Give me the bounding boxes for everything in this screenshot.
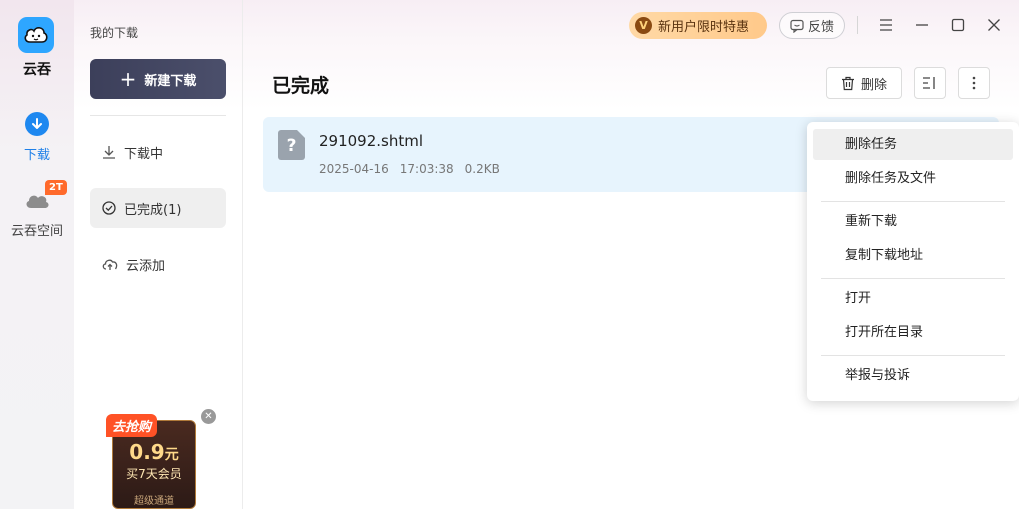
file-meta: 2025-04-16 17:03:38 0.2KB bbox=[319, 162, 500, 176]
sidebar-item-label: 下载中 bbox=[124, 146, 164, 162]
new-download-label: 新建下载 bbox=[144, 73, 197, 89]
sidebar-title: 我的下载 bbox=[90, 26, 139, 40]
file-date: 2025-04-16 bbox=[319, 162, 389, 176]
app-window: 云吞 下载 2T 云吞空间 我的下载 + 新建下载 下载中 已完成(1) 云添加… bbox=[0, 0, 1019, 509]
ad-close-icon[interactable]: ✕ bbox=[201, 409, 216, 424]
menu-divider bbox=[821, 355, 1005, 356]
left-rail: 云吞 下载 2T 云吞空间 bbox=[0, 0, 74, 509]
app-name: 云吞 bbox=[23, 62, 51, 78]
menu-item-redownload[interactable]: 重新下载 bbox=[813, 206, 1013, 237]
unknown-file-icon: ? bbox=[278, 130, 305, 160]
vip-promo-button[interactable]: V 新用户限时特惠 bbox=[629, 12, 767, 39]
ad-footer: 超级通道 bbox=[134, 496, 174, 507]
divider bbox=[90, 115, 226, 116]
rail-item-label: 下载 bbox=[23, 148, 50, 163]
file-size: 0.2KB bbox=[464, 162, 500, 176]
check-circle-icon bbox=[102, 201, 116, 215]
menu-icon[interactable] bbox=[875, 14, 897, 36]
sidebar-item-label: 云添加 bbox=[126, 258, 166, 274]
minimize-icon[interactable] bbox=[911, 14, 933, 36]
menu-item-open-folder[interactable]: 打开所在目录 bbox=[813, 317, 1013, 348]
close-icon[interactable] bbox=[983, 14, 1005, 36]
ad-price: 0.9元 bbox=[112, 440, 196, 464]
rail-item-label: 云吞空间 bbox=[10, 224, 63, 239]
ad-price-value: 0.9 bbox=[129, 440, 165, 464]
menu-item-delete-task-and-file[interactable]: 删除任务及文件 bbox=[813, 163, 1013, 194]
rail-item-cloud-space[interactable]: 2T 云吞空间 bbox=[0, 180, 74, 239]
more-options-button[interactable] bbox=[958, 67, 990, 99]
vip-label: 新用户限时特惠 bbox=[658, 20, 750, 35]
divider bbox=[857, 16, 858, 34]
menu-divider bbox=[821, 201, 1005, 202]
feedback-icon bbox=[790, 19, 804, 33]
maximize-icon[interactable] bbox=[947, 14, 969, 36]
sidebar-item-completed[interactable]: 已完成(1) bbox=[90, 188, 226, 228]
delete-button[interactable]: 删除 bbox=[826, 67, 902, 99]
delete-label: 删除 bbox=[860, 77, 887, 93]
menu-item-open[interactable]: 打开 bbox=[813, 283, 1013, 314]
vip-icon: V bbox=[635, 17, 652, 34]
ad-tag: 去抢购 bbox=[106, 414, 158, 437]
sidebar-item-cloud-add[interactable]: 云添加 bbox=[90, 244, 226, 284]
arrow-down-icon bbox=[103, 146, 115, 159]
svg-text:?: ? bbox=[287, 136, 297, 156]
menu-item-copy-link[interactable]: 复制下载地址 bbox=[813, 240, 1013, 271]
sidebar-item-downloading[interactable]: 下载中 bbox=[90, 132, 226, 172]
promo-ad[interactable]: 去抢购 0.9元 买7天会员 超级通道 ✕ bbox=[106, 409, 218, 509]
storage-badge: 2T bbox=[45, 180, 67, 195]
file-name: 291092.shtml bbox=[319, 132, 424, 150]
cloud-upload-icon bbox=[102, 259, 118, 270]
menu-item-delete-task[interactable]: 删除任务 bbox=[813, 129, 1013, 160]
app-logo-icon bbox=[18, 17, 54, 53]
context-menu: 删除任务 删除任务及文件 重新下载 复制下载地址 打开 打开所在目录 举报与投诉 bbox=[807, 122, 1019, 401]
plus-icon: + bbox=[119, 67, 137, 91]
feedback-label: 反馈 bbox=[807, 20, 834, 35]
menu-divider bbox=[821, 278, 1005, 279]
more-vertical-icon bbox=[972, 76, 976, 90]
sort-icon bbox=[923, 77, 935, 89]
sidebar-item-label: 已完成(1) bbox=[124, 202, 182, 218]
feedback-button[interactable]: 反馈 bbox=[779, 12, 845, 39]
menu-item-report[interactable]: 举报与投诉 bbox=[813, 360, 1013, 391]
file-time: 17:03:38 bbox=[399, 162, 454, 176]
ad-subtitle: 买7天会员 bbox=[126, 467, 182, 481]
sort-button[interactable] bbox=[914, 67, 946, 99]
ad-price-unit: 元 bbox=[164, 447, 179, 463]
page-title: 已完成 bbox=[272, 75, 330, 97]
trash-icon bbox=[841, 76, 854, 90]
rail-item-download[interactable]: 下载 bbox=[0, 112, 74, 163]
download-icon bbox=[25, 112, 49, 136]
new-download-button[interactable]: + 新建下载 bbox=[90, 59, 226, 99]
